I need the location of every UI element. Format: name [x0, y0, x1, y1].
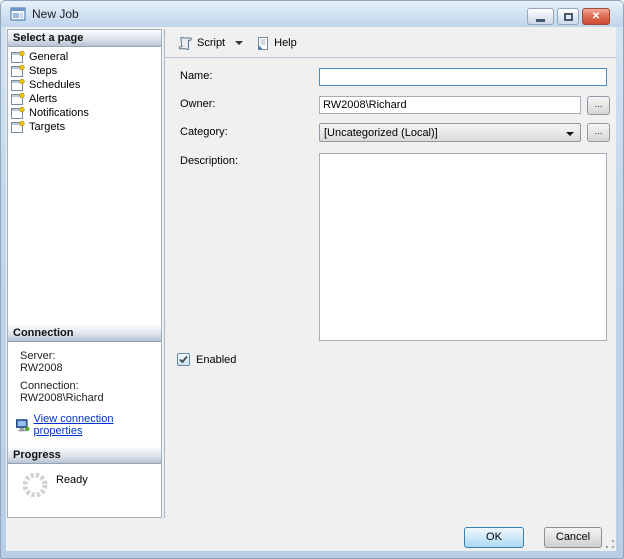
resize-grip[interactable] [605, 539, 615, 549]
category-dropdown[interactable]: [Uncategorized (Local)] [319, 123, 581, 142]
help-button-label: Help [274, 37, 297, 49]
progress-spinner-icon [20, 470, 50, 503]
titlebar[interactable]: New Job ✕ [1, 1, 623, 27]
window-title: New Job [32, 7, 79, 21]
category-browse-button[interactable]: ... [587, 123, 610, 142]
script-button-label: Script [197, 37, 225, 49]
description-label: Description: [180, 155, 238, 167]
main-pane: Script Help Name: Owner: [164, 29, 616, 518]
connection-value: RW2008\Richard [20, 392, 104, 404]
page-icon [11, 51, 27, 63]
new-job-dialog: New Job ✕ Select a page General Steps Sc… [0, 0, 624, 559]
sidebar-item-label: General [29, 51, 68, 63]
page-tree: General Steps Schedules Alerts Notificat… [11, 50, 159, 134]
enabled-checkbox[interactable] [177, 353, 190, 366]
minimize-icon [536, 19, 545, 22]
select-a-page-header: Select a page [8, 30, 161, 47]
name-input[interactable] [319, 68, 607, 86]
minimize-button[interactable] [527, 8, 554, 25]
page-icon [11, 93, 27, 105]
cancel-button[interactable]: Cancel [544, 527, 602, 548]
ok-button[interactable]: OK [464, 527, 524, 548]
sidebar-item-targets[interactable]: Targets [11, 120, 159, 134]
server-label: Server: [20, 350, 55, 362]
maximize-icon [564, 13, 573, 21]
app-icon [10, 7, 26, 21]
script-button[interactable]: Script [173, 34, 229, 53]
view-connection-properties-link[interactable]: View connection properties [34, 413, 161, 437]
page-icon [11, 79, 27, 91]
connection-header: Connection [8, 325, 161, 342]
sidebar-item-notifications[interactable]: Notifications [11, 106, 159, 120]
sidebar-item-alerts[interactable]: Alerts [11, 92, 159, 106]
sidebar-item-schedules[interactable]: Schedules [11, 78, 159, 92]
description-textarea[interactable] [319, 153, 607, 341]
help-icon [255, 36, 270, 51]
close-icon: ✕ [592, 11, 600, 22]
script-icon [177, 36, 193, 51]
progress-status: Ready [56, 474, 88, 486]
progress-header: Progress [8, 447, 161, 464]
server-value: RW2008 [20, 362, 63, 374]
dialog-body: Select a page General Steps Schedules Al… [6, 27, 616, 551]
help-button[interactable]: Help [251, 34, 301, 53]
maximize-button[interactable] [557, 8, 579, 25]
enabled-label: Enabled [196, 354, 236, 366]
chevron-down-icon [566, 132, 574, 136]
page-icon [11, 121, 27, 133]
script-dropdown-caret-icon[interactable] [235, 41, 243, 45]
sidebar-item-label: Notifications [29, 107, 89, 119]
view-connection-properties[interactable]: View connection properties [16, 413, 161, 437]
toolbar: Script Help [165, 29, 616, 58]
sidebar-item-label: Steps [29, 65, 57, 77]
page-icon [11, 107, 27, 119]
page-icon [11, 65, 27, 77]
name-label: Name: [180, 70, 212, 82]
sidebar-item-label: Alerts [29, 93, 57, 105]
sidebar-item-general[interactable]: General [11, 50, 159, 64]
enabled-checkbox-row[interactable]: Enabled [177, 353, 236, 366]
sidebar-item-steps[interactable]: Steps [11, 64, 159, 78]
checkmark-icon [179, 355, 188, 364]
category-selected-value: [Uncategorized (Local)] [324, 127, 438, 139]
sidebar-item-label: Schedules [29, 79, 80, 91]
owner-label: Owner: [180, 98, 215, 110]
sidebar: Select a page General Steps Schedules Al… [7, 29, 162, 518]
owner-input[interactable] [319, 96, 581, 114]
connection-label: Connection: [20, 380, 79, 392]
sidebar-item-label: Targets [29, 121, 65, 133]
connection-properties-icon [16, 419, 30, 432]
owner-browse-button[interactable]: ... [587, 96, 610, 115]
close-button[interactable]: ✕ [582, 8, 610, 25]
category-label: Category: [180, 126, 228, 138]
